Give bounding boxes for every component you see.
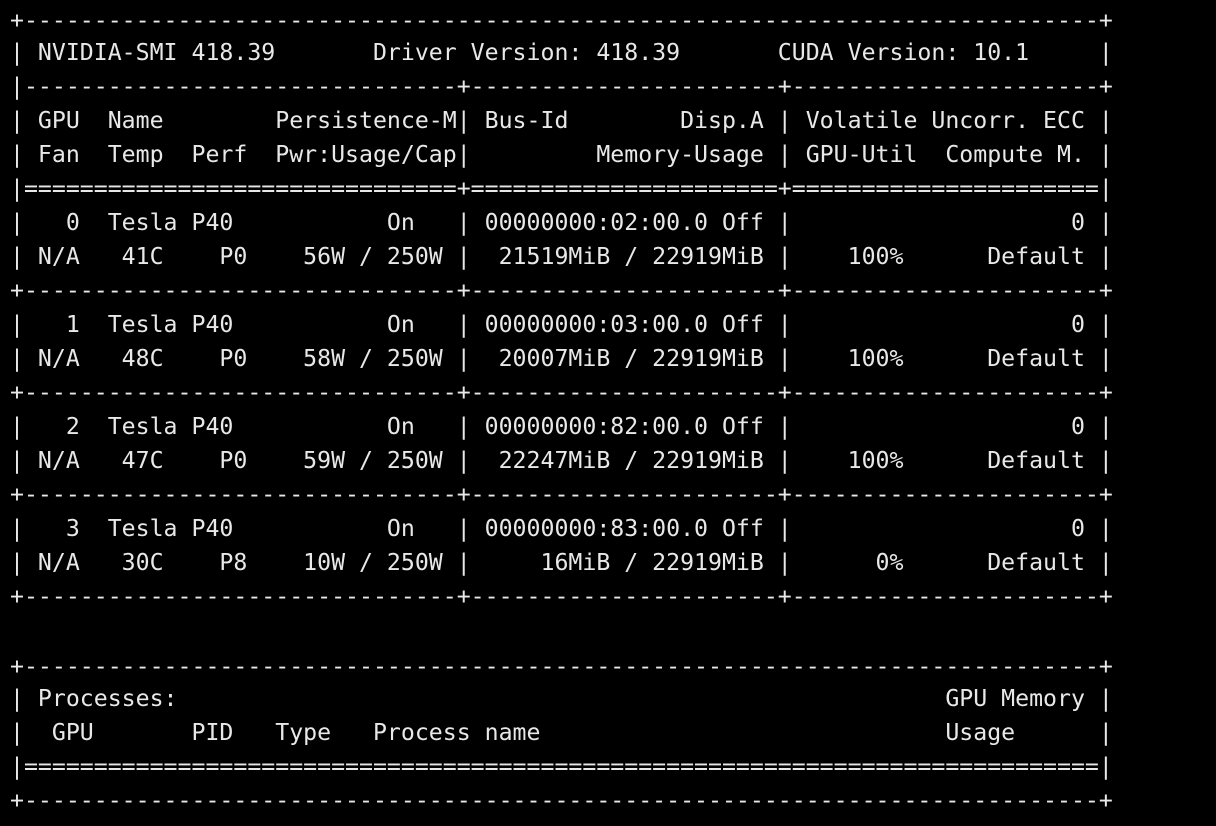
gpu-3-row-1: | 3 Tesla P40 On | 00000000:83:00.0 Off …	[10, 515, 1113, 542]
smi-header-rule: |===============================+=======…	[10, 175, 1113, 202]
processes-bottom: +---------------------------------------…	[10, 787, 1113, 814]
gpu-row-separator: +-------------------------------+-------…	[10, 379, 1113, 406]
gpu-row-separator: +-------------------------------+-------…	[10, 277, 1113, 304]
smi-header-separator: |-------------------------------+-------…	[10, 73, 1113, 100]
processes-header-1: | Processes: GPU Memory |	[10, 685, 1113, 712]
gpu-table-bottom: +-------------------------------+-------…	[10, 583, 1113, 610]
smi-version-header: | NVIDIA-SMI 418.39 Driver Version: 418.…	[10, 39, 1113, 66]
gpu-1-row-1: | 1 Tesla P40 On | 00000000:03:00.0 Off …	[10, 311, 1113, 338]
smi-top-border: +---------------------------------------…	[10, 7, 1113, 34]
gpu-row-separator: +-------------------------------+-------…	[10, 481, 1113, 508]
smi-column-header-1: | GPU Name Persistence-M| Bus-Id Disp.A …	[10, 107, 1113, 134]
gpu-3-row-2: | N/A 30C P8 10W / 250W | 16MiB / 22919M…	[10, 549, 1113, 576]
gpu-2-row-1: | 2 Tesla P40 On | 00000000:82:00.0 Off …	[10, 413, 1113, 440]
gpu-2-row-2: | N/A 47C P0 59W / 250W | 22247MiB / 229…	[10, 447, 1113, 474]
processes-top-border: +---------------------------------------…	[10, 653, 1113, 680]
gpu-1-row-2: | N/A 48C P0 58W / 250W | 20007MiB / 229…	[10, 345, 1113, 372]
processes-header-rule: |=======================================…	[10, 753, 1113, 780]
gpu-0-row-2: | N/A 41C P0 56W / 250W | 21519MiB / 229…	[10, 243, 1113, 270]
processes-header-2: | GPU PID Type Process name Usage |	[10, 719, 1113, 746]
gpu-0-row-1: | 0 Tesla P40 On | 00000000:02:00.0 Off …	[10, 209, 1113, 236]
smi-column-header-2: | Fan Temp Perf Pwr:Usage/Cap| Memory-Us…	[10, 141, 1113, 168]
terminal-window[interactable]: +---------------------------------------…	[0, 0, 1216, 826]
